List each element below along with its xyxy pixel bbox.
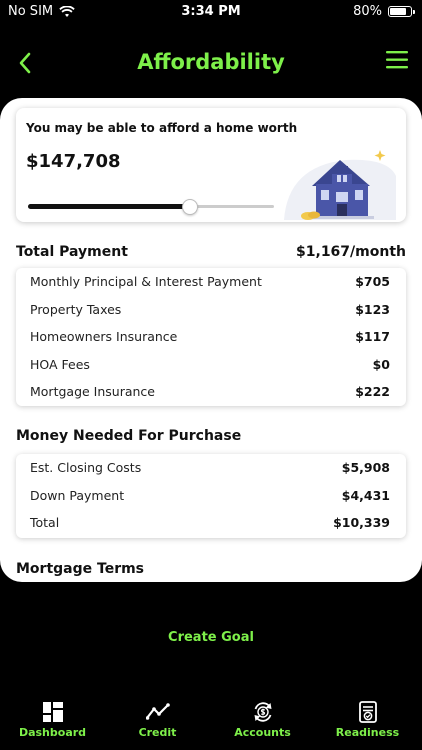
tab-label: Credit <box>138 726 177 739</box>
row-value: $123 <box>355 301 390 317</box>
tab-readiness[interactable]: Readiness <box>315 694 420 750</box>
battery-fill <box>390 8 406 15</box>
house-illustration-icon <box>284 150 396 220</box>
row-value: $0 <box>372 356 390 372</box>
slider-fill <box>28 204 191 209</box>
total-payment-amount: $1,167/month <box>296 244 406 260</box>
row-label: Total <box>30 515 60 530</box>
row-label: Homeowners Insurance <box>30 329 178 344</box>
affordability-card: You may be able to afford a home worth $… <box>16 108 406 222</box>
row-value: $10,339 <box>333 515 390 530</box>
checklist-icon <box>358 701 377 723</box>
row-label: HOA Fees <box>30 356 90 372</box>
battery-icon <box>388 6 415 17</box>
status-bar: No SIM 3:34 PM 80% <box>0 0 422 24</box>
mortgage-terms-label: Mortgage Terms <box>16 561 145 577</box>
row-value: $705 <box>355 274 390 289</box>
purchase-row-down-payment: Down Payment $4,431 <box>16 482 406 510</box>
row-label: Mortgage Insurance <box>30 384 155 399</box>
tab-dashboard[interactable]: Dashboard <box>0 694 105 750</box>
price-slider[interactable] <box>28 199 274 215</box>
content-sheet[interactable]: You may be able to afford a home worth $… <box>0 98 422 582</box>
affordability-screen: No SIM 3:34 PM 80% Affordability You may… <box>0 0 422 750</box>
row-value: $5,908 <box>341 460 390 475</box>
money-needed-label: Money Needed For Purchase <box>16 428 242 444</box>
status-right: 80% <box>353 4 415 19</box>
menu-button[interactable] <box>386 50 408 70</box>
tab-credit[interactable]: Credit <box>105 694 210 750</box>
page-title: Affordability <box>137 50 285 74</box>
purchase-row-total: Total $10,339 <box>16 509 406 537</box>
tab-label: Accounts <box>234 726 291 739</box>
create-goal-button[interactable]: Create Goal <box>142 616 280 659</box>
affordability-value: $147,708 <box>26 151 121 172</box>
battery-percent: 80% <box>353 4 382 19</box>
row-value: $4,431 <box>341 487 390 503</box>
total-payment-label: Total Payment <box>16 244 128 260</box>
tab-accounts[interactable]: Accounts <box>210 694 315 750</box>
tab-label: Readiness <box>335 726 400 739</box>
tab-bar: Dashboard Credit Accounts Readiness <box>0 694 422 750</box>
header: Affordability <box>0 40 422 86</box>
row-value: $117 <box>355 329 390 344</box>
payment-row-property-taxes: Property Taxes $123 <box>16 296 406 324</box>
hamburger-menu-icon <box>386 51 408 69</box>
row-label: Down Payment <box>30 487 125 503</box>
purchase-costs-card: Est. Closing Costs $5,908 Down Payment $… <box>16 454 406 538</box>
row-label: Property Taxes <box>30 301 122 317</box>
slider-thumb[interactable] <box>182 199 199 215</box>
payment-row-principal-interest: Monthly Principal & Interest Payment $70… <box>16 268 406 296</box>
payment-breakdown-card: Monthly Principal & Interest Payment $70… <box>16 268 406 406</box>
row-label: Est. Closing Costs <box>30 460 142 475</box>
row-label: Monthly Principal & Interest Payment <box>30 274 262 289</box>
tab-label: Dashboard <box>18 726 87 739</box>
purchase-row-closing-costs: Est. Closing Costs $5,908 <box>16 454 406 482</box>
dashboard-grid-icon <box>42 702 63 722</box>
row-value: $222 <box>355 384 390 399</box>
affordability-label: You may be able to afford a home worth <box>26 121 298 135</box>
payment-row-hoa-fees: HOA Fees $0 <box>16 351 406 379</box>
trend-line-icon <box>145 703 170 720</box>
payment-row-homeowners-insurance: Homeowners Insurance $117 <box>16 323 406 351</box>
payment-row-mortgage-insurance: Mortgage Insurance $222 <box>16 378 406 406</box>
dollar-refresh-icon <box>254 702 271 722</box>
